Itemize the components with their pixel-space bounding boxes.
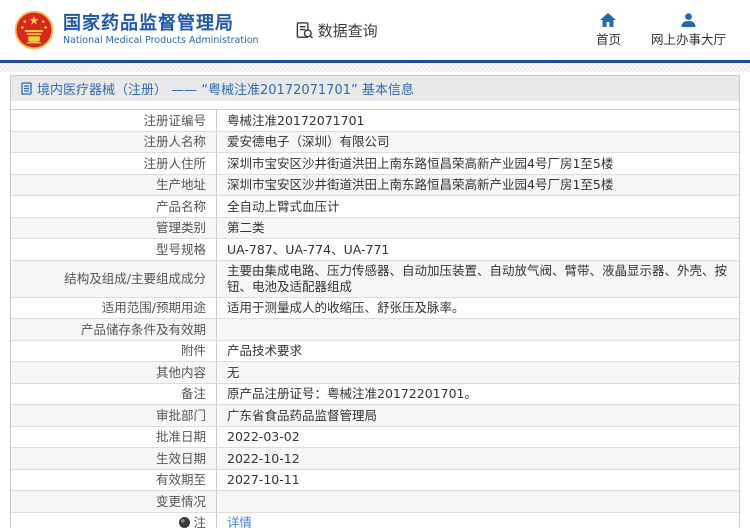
nav-item-label: 首页 (595, 31, 621, 47)
row-value (216, 319, 739, 340)
row-label: 变更情况 (155, 493, 206, 509)
data-query-tab[interactable]: 数据查询 (295, 20, 378, 41)
nav-item-label: 网上办事大厅 (650, 31, 726, 47)
nav-item-service-hall[interactable]: 网上办事大厅 (650, 12, 726, 48)
table-row: 生效日期 2022-10-12 (11, 448, 739, 470)
row-label: 注 (11, 513, 216, 528)
site-subtitle: National Medical Products Administration (63, 35, 259, 46)
detail-link[interactable]: 详情 (227, 515, 252, 528)
row-value: 2027-10-11 (216, 469, 739, 490)
china-national-emblem-icon (14, 10, 54, 50)
row-label: 审批部门 (155, 407, 206, 423)
table-row: 注册证编号 粤械注准20172071701 (11, 110, 739, 132)
page-icon (21, 82, 32, 95)
row-value: 2022-10-12 (216, 448, 739, 469)
table-row: 审批部门 广东省食品药品监督管理局 (11, 405, 739, 427)
row-value: 深圳市宝安区沙井街道洪田上南东路恒昌荣高新产业园4号厂房1至5楼 (216, 153, 739, 174)
site-header: 国家药品监督管理局 National Medical Products Admi… (0, 0, 750, 60)
row-label: 生产地址 (155, 177, 206, 192)
site-logo: 国家药品监督管理局 National Medical Products Admi… (14, 10, 259, 50)
table-row: 注详情 (11, 512, 739, 528)
site-title-block: 国家药品监督管理局 National Medical Products Admi… (63, 13, 259, 47)
hatch-band (0, 63, 750, 72)
row-label: 适用范围/预期用途 (101, 300, 206, 315)
section-title-bar: 境内医疗器械（注册） —— “粤械注准20172071701” 基本信息 (11, 76, 739, 101)
top-nav: 首页 网上办事大厅 (595, 12, 726, 48)
table-row: 产品储存条件及有效期 (11, 319, 739, 341)
row-value: 主要由集成电路、压力传感器、自动加压装置、自动放气阀、臂带、液晶显示器、外壳、按… (216, 260, 739, 297)
table-row: 结构及组成/主要组成成分 主要由集成电路、压力传感器、自动加压装置、自动放气阀、臂… (11, 260, 739, 298)
row-value: 无 (216, 362, 739, 383)
row-value: 详情 (216, 512, 739, 528)
table-row: 注册人名称 爱安德电子（深圳）有限公司 (11, 131, 739, 153)
table-row: 有效期至 2027-10-11 (11, 469, 739, 491)
document-search-icon (296, 21, 313, 39)
row-value: 广东省食品药品监督管理局 (216, 405, 739, 426)
data-query-label: 数据查询 (317, 21, 378, 40)
row-value: 爱安德电子（深圳）有限公司 (216, 131, 739, 152)
row-value: 第二类 (216, 217, 739, 238)
row-value: 产品技术要求 (216, 340, 739, 361)
row-value (216, 491, 739, 512)
site-title: 国家药品监督管理局 (63, 13, 234, 34)
row-label: 注册人名称 (143, 134, 206, 149)
row-value: UA-787、UA-774、UA-771 (216, 239, 739, 260)
table-row: 批准日期 2022-03-02 (11, 426, 739, 448)
user-icon (681, 12, 696, 27)
row-label: 结构及组成/主要组成成分 (64, 270, 206, 286)
row-label: 附件 (180, 343, 206, 358)
row-label: 生效日期 (155, 450, 206, 466)
home-icon (600, 12, 617, 27)
table-row: 备注 原产品注册证号：粤械注准20172201701。 (11, 383, 739, 405)
table-row: 注册人住所 深圳市宝安区沙井街道洪田上南东路恒昌荣高新产业园4号厂房1至5楼 (11, 153, 739, 175)
row-label: 管理类别 (155, 220, 206, 235)
section-title: 境内医疗器械（注册） —— “粤械注准20172071701” 基本信息 (37, 83, 414, 98)
bulb-icon (179, 517, 191, 528)
row-label: 型号规格 (155, 241, 206, 257)
row-value: 粤械注准20172071701 (216, 110, 739, 131)
table-row: 变更情况 (11, 491, 739, 513)
detail-panel: 境内医疗器械（注册） —— “粤械注准20172071701” 基本信息 注册证… (10, 75, 740, 528)
nav-item-home[interactable]: 首页 (595, 12, 621, 48)
table-row: 型号规格 UA-787、UA-774、UA-771 (11, 239, 739, 261)
row-value: 原产品注册证号：粤械注准20172201701。 (216, 383, 739, 404)
table-row: 其他内容无 (11, 362, 739, 384)
row-label: 备注 (180, 386, 206, 401)
table-row: 适用范围/预期用途 适用于测量成人的收缩压、舒张压及脉率。 (11, 297, 739, 319)
row-label: 产品储存条件及有效期 (80, 321, 206, 337)
table-row: 产品名称 全自动上臂式血压计 (11, 196, 739, 218)
row-label: 有效期至 (155, 472, 206, 487)
row-label: 注册人住所 (143, 155, 206, 171)
table-row: 管理类别 第二类 (11, 217, 739, 239)
row-value: 深圳市宝安区沙井街道洪田上南东路恒昌荣高新产业园4号厂房1至5楼 (216, 174, 739, 195)
row-label: 批准日期 (155, 429, 206, 444)
row-label: 注册证编号 (143, 112, 206, 128)
row-value: 全自动上臂式血压计 (216, 196, 739, 217)
row-label: 产品名称 (155, 198, 206, 214)
info-table: 注册证编号 粤械注准20172071701 注册人名称 爱安德电子（深圳）有限公司 注册… (11, 109, 739, 528)
table-row: 附件 产品技术要求 (11, 340, 739, 362)
panel-gap (11, 101, 739, 109)
row-label: 其他内容 (155, 364, 206, 380)
row-value: 2022-03-02 (216, 426, 739, 447)
table-row: 生产地址 深圳市宝安区沙井街道洪田上南东路恒昌荣高新产业园4号厂房1至5楼 (11, 174, 739, 196)
row-value: 适用于测量成人的收缩压、舒张压及脉率。 (216, 297, 739, 318)
